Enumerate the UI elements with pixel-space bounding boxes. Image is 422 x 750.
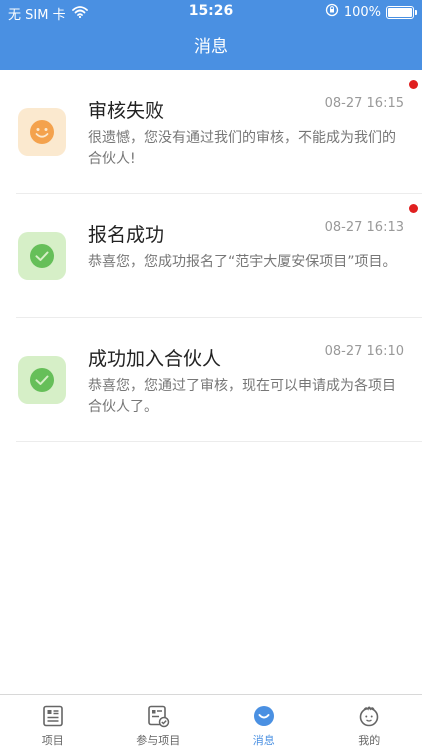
message-list: 审核失败 08-27 16:15 很遗憾，您没有通过我们的审核，不能成为我们的合… (0, 70, 422, 442)
message-icon (251, 703, 277, 729)
message-avatar (18, 108, 66, 156)
nav-bar: 消息 (0, 24, 422, 70)
profile-icon (356, 703, 382, 729)
message-text: 很遗憾，您没有通过我们的审核，不能成为我们的合伙人! (88, 130, 396, 167)
tab-bar: 项目 参与项目 消息 我的 (0, 694, 422, 750)
message-avatar (18, 356, 66, 404)
tab-label: 项目 (41, 734, 64, 747)
status-bar: 无 SIM 卡 15:26 100% (0, 0, 422, 24)
tab-messages[interactable]: 消息 (211, 695, 317, 750)
check-icon (30, 244, 54, 268)
document-icon (40, 703, 66, 729)
unread-dot (409, 204, 418, 213)
battery-fill (388, 7, 412, 17)
status-right: 100% (325, 3, 417, 21)
message-time: 08-27 16:13 (324, 220, 404, 235)
message-text: 恭喜您，您通过了审核，现在可以申请成为各项目合伙人了。 (88, 378, 396, 415)
check-icon (30, 368, 54, 392)
smile-icon (30, 120, 54, 144)
battery-percent: 100% (343, 4, 381, 20)
message-item[interactable]: 审核失败 08-27 16:15 很遗憾，您没有通过我们的审核，不能成为我们的合… (16, 70, 422, 194)
joined-project-icon (145, 703, 171, 729)
message-title: 报名成功 (88, 224, 165, 246)
message-time: 08-27 16:15 (324, 96, 404, 111)
tab-profile[interactable]: 我的 (317, 695, 422, 750)
page-title: 消息 (194, 37, 228, 57)
orientation-lock-icon (325, 3, 339, 21)
message-title: 成功加入合伙人 (88, 348, 222, 370)
message-time: 08-27 16:10 (324, 344, 404, 359)
battery-icon (386, 5, 417, 19)
message-item[interactable]: 成功加入合伙人 08-27 16:10 恭喜您，您通过了审核，现在可以申请成为各… (16, 318, 422, 442)
tab-label: 我的 (358, 734, 381, 747)
tab-label: 消息 (252, 734, 275, 747)
tab-label: 参与项目 (136, 734, 181, 747)
tab-joined-projects[interactable]: 参与项目 (106, 695, 212, 750)
message-item[interactable]: 报名成功 08-27 16:13 恭喜您，您成功报名了“范宇大厦安保项目”项目。 (16, 194, 422, 318)
message-avatar (18, 232, 66, 280)
unread-dot (409, 80, 418, 89)
message-title: 审核失败 (88, 100, 165, 122)
message-text: 恭喜您，您成功报名了“范宇大厦安保项目”项目。 (88, 254, 397, 270)
tab-projects[interactable]: 项目 (0, 695, 106, 750)
